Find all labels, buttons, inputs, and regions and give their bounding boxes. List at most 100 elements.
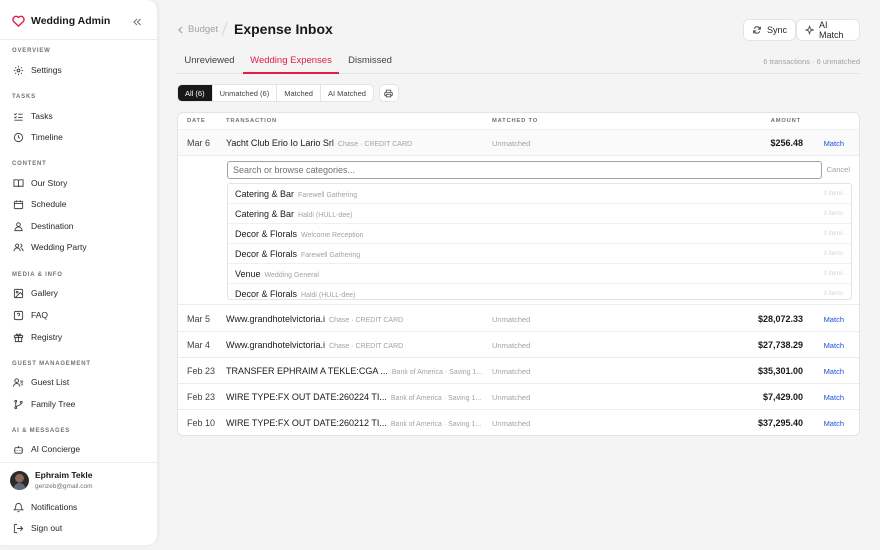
header-amount: AMOUNT bbox=[770, 118, 801, 124]
sidebar-divider bbox=[0, 39, 157, 40]
row-amount: $7,429.00 bbox=[762, 392, 803, 402]
expense-table: DATE TRANSACTION MATCHED TO AMOUNT Mar 6… bbox=[177, 112, 860, 436]
category-option[interactable]: Decor & Florals Haldi (HULL-dee) 0 items bbox=[228, 284, 851, 299]
filter-unmatched[interactable]: Unmatched (6) bbox=[211, 85, 277, 101]
sidebar-item-label: Registry bbox=[31, 332, 63, 342]
sidebar-item-gallery[interactable]: Gallery bbox=[6, 284, 150, 302]
sidebar-item-notifications[interactable]: Notifications bbox=[6, 498, 150, 516]
sidebar-item-wedding-party[interactable]: Wedding Party bbox=[6, 238, 150, 256]
table-row[interactable]: Feb 23 WIRE TYPE:FX OUT DATE:260224 TI..… bbox=[178, 384, 859, 410]
header-date: DATE bbox=[187, 118, 206, 124]
collapse-sidebar-icon[interactable] bbox=[132, 17, 142, 27]
table-row[interactable]: Mar 4 Www.grandhotelvictoria.i Chase · CR… bbox=[178, 332, 859, 358]
image-icon bbox=[13, 288, 24, 298]
filter-all[interactable]: All (6) bbox=[178, 85, 212, 101]
sidebar-item-label: Destination bbox=[31, 221, 74, 231]
match-button[interactable]: Match bbox=[824, 419, 844, 428]
filter-group: All (6) Unmatched (6) Matched AI Matched bbox=[177, 84, 374, 102]
category-context: Farewell Gathering bbox=[298, 192, 358, 199]
table-row[interactable]: Feb 10 WIRE TYPE:FX OUT DATE:260212 TI..… bbox=[178, 410, 859, 435]
category-picker: Cancel Catering & BarFarewell Gathering0… bbox=[178, 156, 859, 305]
table-header: DATE TRANSACTION MATCHED TO AMOUNT bbox=[178, 113, 859, 130]
filter-ai-matched[interactable]: AI Matched bbox=[319, 85, 373, 101]
transaction-summary: 6 transactions · 6 unmatched bbox=[763, 57, 860, 66]
ai-match-button[interactable]: AI Match bbox=[796, 19, 860, 41]
tab-dismissed[interactable]: Dismissed bbox=[340, 55, 400, 74]
sidebar-item-guest-list[interactable]: Guest List bbox=[6, 373, 150, 391]
user-profile[interactable]: Ephraim Tekle genzeb@gmail.com bbox=[10, 470, 93, 490]
row-date: Feb 10 bbox=[187, 418, 216, 428]
clock-icon bbox=[13, 132, 24, 142]
category-name: Decor & Florals bbox=[235, 229, 298, 239]
match-button[interactable]: Match bbox=[824, 393, 844, 402]
refresh-icon bbox=[753, 26, 761, 34]
sidebar-item-faq[interactable]: FAQ bbox=[6, 306, 150, 324]
transaction-source: Chase · CREDIT CARD bbox=[329, 343, 404, 350]
print-button[interactable] bbox=[378, 84, 399, 102]
cancel-button[interactable]: Cancel bbox=[827, 165, 850, 174]
sidebar-item-our-story[interactable]: Our Story bbox=[6, 174, 150, 192]
brand-name: Wedding Admin bbox=[31, 15, 111, 27]
user-email: genzeb@gmail.com bbox=[35, 483, 93, 490]
category-context: Haldi (HULL-dee) bbox=[298, 212, 353, 219]
transaction-name: TRANSFER EPHRAIM A TEKLE:CGA ... bbox=[226, 366, 388, 376]
sidebar-item-label: Family Tree bbox=[31, 399, 76, 409]
section-label-content: CONTENT bbox=[12, 161, 47, 167]
ai-match-label: AI Match bbox=[819, 20, 844, 40]
table-row[interactable]: Mar 5 Www.grandhotelvictoria.i Chase · CR… bbox=[178, 306, 859, 332]
row-transaction: WIRE TYPE:FX OUT DATE:260212 TI... Bank o… bbox=[226, 418, 481, 428]
tab-unreviewed[interactable]: Unreviewed bbox=[177, 55, 242, 74]
category-option[interactable]: Venue Wedding General 0 items bbox=[228, 264, 851, 284]
tab-wedding-expenses[interactable]: Wedding Expenses bbox=[243, 55, 339, 74]
category-count: 0 items bbox=[823, 271, 843, 277]
sparkle-icon bbox=[805, 25, 815, 35]
category-option[interactable]: Catering & Bar Haldi (HULL-dee) 0 items bbox=[228, 204, 851, 224]
filter-matched[interactable]: Matched bbox=[276, 85, 320, 101]
transaction-name: WIRE TYPE:FX OUT DATE:260224 TI... bbox=[226, 392, 387, 402]
breadcrumb[interactable]: Budget bbox=[177, 24, 218, 35]
sidebar-item-settings[interactable]: Settings bbox=[6, 61, 150, 79]
gift-icon bbox=[13, 332, 24, 342]
sidebar-item-label: Settings bbox=[31, 65, 62, 75]
transaction-source: Bank of America · Saving 1... bbox=[390, 421, 482, 428]
sidebar-item-label: Gallery bbox=[31, 288, 58, 298]
sidebar-item-label: Sign out bbox=[31, 523, 63, 533]
main-content: Budget Expense Inbox Sync AI Match Unrev… bbox=[177, 0, 860, 550]
sidebar-item-family-tree[interactable]: Family Tree bbox=[6, 395, 150, 413]
row-matched-status: Unmatched bbox=[492, 315, 531, 324]
calendar-icon bbox=[13, 199, 24, 209]
category-option[interactable]: Decor & Florals Welcome Reception 0 items bbox=[228, 224, 851, 244]
match-button[interactable]: Match bbox=[824, 139, 844, 148]
category-context: Welcome Reception bbox=[301, 232, 364, 239]
sidebar-item-sign-out[interactable]: Sign out bbox=[6, 519, 150, 537]
section-label-guest-management: GUEST MANAGEMENT bbox=[12, 361, 91, 367]
sidebar-item-registry[interactable]: Registry bbox=[6, 328, 150, 346]
row-date: Mar 5 bbox=[187, 314, 211, 324]
category-search-input[interactable] bbox=[227, 161, 822, 179]
sidebar-item-timeline[interactable]: Timeline bbox=[6, 128, 150, 146]
brand[interactable]: Wedding Admin bbox=[12, 15, 110, 27]
sidebar-item-schedule[interactable]: Schedule bbox=[6, 195, 150, 213]
sidebar-item-label: FAQ bbox=[31, 310, 49, 320]
table-row[interactable]: Feb 23 TRANSFER EPHRAIM A TEKLE:CGA ... B… bbox=[178, 358, 859, 384]
match-button[interactable]: Match bbox=[824, 315, 844, 324]
row-date: Mar 6 bbox=[187, 138, 211, 148]
list-check-icon bbox=[14, 112, 23, 121]
section-label-overview: OVERVIEW bbox=[12, 48, 51, 54]
header-matched-to: MATCHED TO bbox=[492, 118, 539, 124]
category-option[interactable]: Catering & Bar Farewell Gathering 0 items bbox=[228, 184, 851, 204]
table-row[interactable]: Mar 6 Yacht Club Erio Io Lario Srl Chase … bbox=[178, 130, 859, 156]
filter-bar: All (6) Unmatched (6) Matched AI Matched bbox=[177, 84, 399, 102]
match-button[interactable]: Match bbox=[824, 341, 844, 350]
category-option[interactable]: Decor & Florals Farewell Gathering 0 items bbox=[228, 244, 851, 264]
category-context: Haldi (HULL-dee) bbox=[301, 292, 356, 299]
match-button[interactable]: Match bbox=[824, 367, 844, 376]
sync-button[interactable]: Sync bbox=[743, 19, 797, 41]
sidebar-item-ai-concierge[interactable]: AI Concierge bbox=[6, 440, 150, 458]
row-transaction: WIRE TYPE:FX OUT DATE:260224 TI... Bank o… bbox=[226, 392, 481, 402]
sidebar-item-tasks[interactable]: Tasks bbox=[6, 107, 150, 125]
heart-icon bbox=[12, 15, 25, 27]
sidebar-item-destination[interactable]: Destination bbox=[6, 217, 150, 235]
category-count: 0 items bbox=[823, 291, 843, 297]
row-transaction: Www.grandhotelvictoria.i Chase · CREDIT C… bbox=[226, 340, 403, 350]
